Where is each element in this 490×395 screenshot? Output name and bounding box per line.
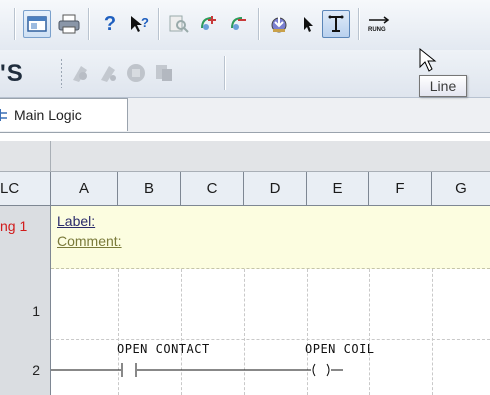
- zoom-page-button[interactable]: [165, 10, 193, 38]
- disabled-edit-icon: [73, 66, 87, 82]
- download-button[interactable]: [265, 10, 293, 38]
- view-icon: [27, 16, 47, 32]
- view-button[interactable]: [23, 10, 51, 38]
- column-header: LC A B C D E F G: [0, 172, 490, 206]
- help-icon: ?: [103, 12, 117, 35]
- line-tool-icon: [328, 15, 344, 32]
- row-number: 2: [32, 362, 40, 378]
- zoom-in-icon: [201, 16, 216, 30]
- toolbar-separator: [14, 8, 16, 40]
- mouse-cursor-icon: [419, 47, 437, 72]
- rung-wire[interactable]: [51, 350, 490, 380]
- grid-line: [51, 339, 490, 340]
- secondary-toolbar: [0, 50, 490, 98]
- rung-comment-box[interactable]: Label: Comment:: [51, 206, 490, 269]
- toolbar-separator: [158, 8, 160, 40]
- open-coil[interactable]: [312, 363, 330, 377]
- svg-text:?: ?: [141, 15, 149, 30]
- disabled-copy-icon: [156, 65, 172, 81]
- context-help-button[interactable]: ?: [126, 10, 154, 38]
- tab-label: Main Logic: [14, 107, 82, 123]
- toolbar-label: 'S: [0, 60, 24, 87]
- disabled-tool-button[interactable]: [94, 59, 122, 87]
- column-header-e[interactable]: E: [307, 172, 369, 205]
- column-header-c[interactable]: C: [181, 172, 244, 205]
- disabled-edit-icon: [101, 66, 116, 82]
- tooltip: Line: [419, 75, 467, 97]
- zoom-page-icon: [169, 15, 189, 33]
- context-help-icon: ?: [131, 15, 149, 32]
- column-header-b[interactable]: B: [118, 172, 181, 205]
- editor-header-bar: [0, 141, 490, 172]
- disabled-tool-button[interactable]: [150, 59, 178, 87]
- toolbar-separator: [358, 8, 360, 40]
- toolbar-separator: [258, 8, 260, 40]
- column-header-a[interactable]: A: [51, 172, 118, 205]
- disabled-tool-button[interactable]: [66, 59, 94, 87]
- row-number: 1: [32, 303, 40, 319]
- header-corner: [0, 141, 51, 171]
- row-header-label: LC: [0, 172, 51, 205]
- open-contact[interactable]: [121, 363, 137, 377]
- rung-label[interactable]: ng 1: [0, 218, 27, 234]
- column-header-g[interactable]: G: [432, 172, 490, 205]
- toolbar-grip: [60, 58, 62, 88]
- line-tool-button[interactable]: [322, 10, 350, 38]
- tab-main-logic[interactable]: Main Logic: [0, 98, 128, 131]
- print-button[interactable]: [55, 10, 83, 38]
- column-header-f[interactable]: F: [369, 172, 432, 205]
- rung-button[interactable]: RUNG: [366, 10, 394, 38]
- rung-label-field[interactable]: Label:: [57, 213, 95, 229]
- toolbar-separator: [224, 56, 226, 90]
- zoom-in-button[interactable]: [195, 10, 223, 38]
- zoom-out-icon: [231, 17, 246, 30]
- stop-icon: [127, 64, 145, 82]
- svg-text:RUNG: RUNG: [368, 27, 386, 33]
- rung-icon: RUNG: [368, 16, 390, 33]
- help-button[interactable]: ?: [96, 10, 124, 38]
- ladder-icon: [0, 109, 7, 121]
- column-header-d[interactable]: D: [244, 172, 307, 205]
- download-icon: [271, 17, 287, 33]
- main-toolbar: ? ? RUNG: [0, 0, 490, 51]
- disabled-stop-button[interactable]: [122, 59, 150, 87]
- toolbar-separator: [88, 8, 90, 40]
- tab-strip: Main Logic: [0, 98, 490, 133]
- rung-comment-field[interactable]: Comment:: [57, 233, 122, 249]
- zoom-out-button[interactable]: [225, 10, 253, 38]
- print-icon: [58, 14, 80, 34]
- select-pointer-button[interactable]: [294, 10, 322, 38]
- select-pointer-icon: [304, 17, 313, 32]
